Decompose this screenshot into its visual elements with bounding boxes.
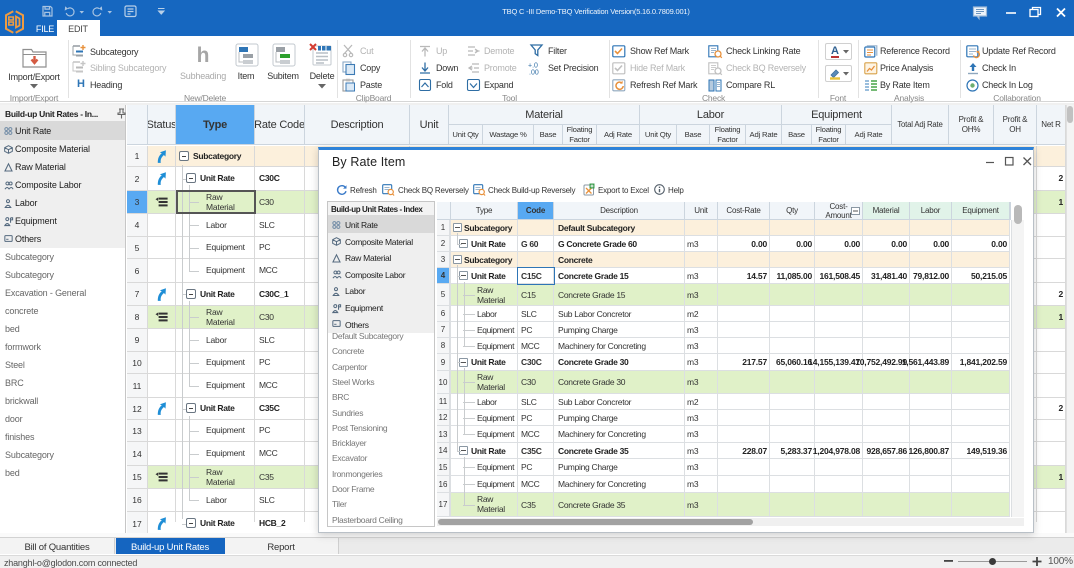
svg-text:+.0: +.0: [528, 63, 538, 70]
svg-text:.00: .00: [529, 70, 539, 77]
